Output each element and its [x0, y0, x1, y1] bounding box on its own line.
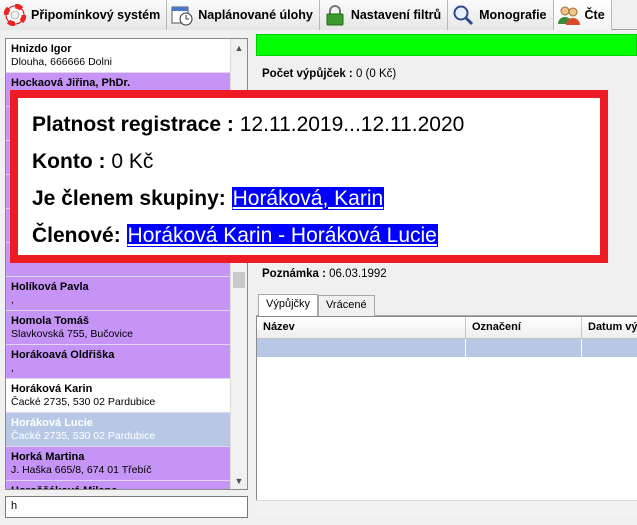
list-item[interactable]: Hnizdo Igor Dlouha, 666666 Dolni: [6, 39, 230, 73]
list-item[interactable]: Horká Martina J. Haška 665/8, 674 01 Třeb…: [6, 447, 230, 481]
group-link[interactable]: Horáková, Karin: [231, 187, 385, 210]
tab-ctenari[interactable]: Čte: [553, 0, 612, 30]
list-item[interactable]: Horáková Lucie Čacké 2735, 530 02 Pardubi…: [6, 413, 230, 447]
reader-address: J. Haška 665/8, 674 01 Třebíč: [11, 464, 152, 476]
members-link[interactable]: Horáková Karin - Horáková Lucie: [126, 224, 438, 247]
tab-monografie[interactable]: Monografie: [448, 0, 554, 30]
scroll-down-button[interactable]: ▼: [231, 472, 247, 489]
list-item[interactable]: Horákoavá Oldřiška,: [6, 345, 230, 379]
search-icon: [450, 2, 476, 28]
reader-name: Horáková Lucie: [11, 417, 93, 429]
tab-vypujcky[interactable]: Výpůjčky: [258, 294, 319, 316]
reader-name: Horká Martina: [11, 451, 85, 463]
reader-name: Horákoavá Oldřiška: [11, 349, 115, 361]
scroll-up-button[interactable]: ▲: [231, 39, 247, 56]
calendar-clock-icon: [169, 2, 195, 28]
status-bar-ok: [256, 34, 637, 56]
tab-naplanovane-ulohy[interactable]: Naplánované úlohy: [167, 0, 320, 30]
col-oznaceni[interactable]: Označení: [466, 317, 582, 339]
reader-address: Čacké 2735, 530 02 Pardubice: [11, 430, 156, 442]
list-item[interactable]: Horoščáková Milana: [6, 481, 230, 489]
reader-address: Čacké 2735, 530 02 Pardubice: [11, 396, 156, 408]
lifebuoy-icon: [2, 2, 28, 28]
tab-vracene[interactable]: Vrácené: [318, 295, 375, 316]
reader-search-input[interactable]: h: [5, 496, 248, 518]
reader-name: Horáková Karin: [11, 383, 93, 395]
grid-horizontal-scrollbar[interactable]: [256, 500, 637, 518]
list-item[interactable]: Holíková Pavla,: [6, 277, 230, 311]
tab-nastaveni-filtru[interactable]: Nastavení filtrů: [319, 0, 449, 30]
group-members: Členové: Horáková Karin - Horáková Lucie: [32, 224, 438, 247]
reader-address: ,: [11, 294, 14, 306]
reader-info-highlight: Platnost registrace : 12.11.2019...12.11…: [10, 90, 608, 263]
reader-address: Slavkovská 755, Bučovice: [11, 328, 133, 340]
reader-name: Horoščáková Milana: [11, 484, 230, 489]
col-nazev[interactable]: Název: [257, 317, 466, 339]
users-icon: [556, 2, 582, 28]
reader-address: Dlouha, 666666 Dolni: [11, 56, 112, 68]
group-membership: Je členem skupiny: Horáková, Karin: [32, 187, 385, 210]
reader-address: ,: [11, 362, 14, 374]
module-tabbar: Připomínkový systém Naplánované úlohy Na…: [0, 0, 637, 30]
grid-header: Název Označení Datum výp: [257, 317, 637, 339]
list-item[interactable]: Horáková Karin Čacké 2735, 530 02 Pardubi…: [6, 379, 230, 413]
loans-grid: Název Označení Datum výp: [256, 316, 637, 518]
registration-validity: Platnost registrace : 12.11.2019...12.11…: [32, 113, 465, 136]
tab-pripominkovy-system[interactable]: Připomínkový systém: [0, 0, 168, 30]
reader-name: Hockaová Jiřina, PhDr.: [11, 77, 131, 89]
reader-name: Homola Tomáš: [11, 315, 90, 327]
loans-count: Počet výpůjček : 0 (0 Kč): [262, 68, 397, 80]
loans-tabs: Výpůjčky Vrácené: [256, 294, 637, 316]
scroll-thumb[interactable]: [233, 272, 245, 288]
account-balance: Konto : 0 Kč: [32, 150, 154, 173]
lock-icon: [322, 2, 348, 28]
reader-name: Hnizdo Igor: [11, 43, 72, 55]
grid-row-selected[interactable]: [257, 339, 637, 357]
list-item[interactable]: Homola Tomáš Slavkovská 755, Bučovice: [6, 311, 230, 345]
col-datum-vypujcky[interactable]: Datum výp: [582, 317, 637, 339]
reader-note: Poznámka : 06.03.1992: [262, 268, 387, 280]
reader-name: Holíková Pavla: [11, 281, 89, 293]
